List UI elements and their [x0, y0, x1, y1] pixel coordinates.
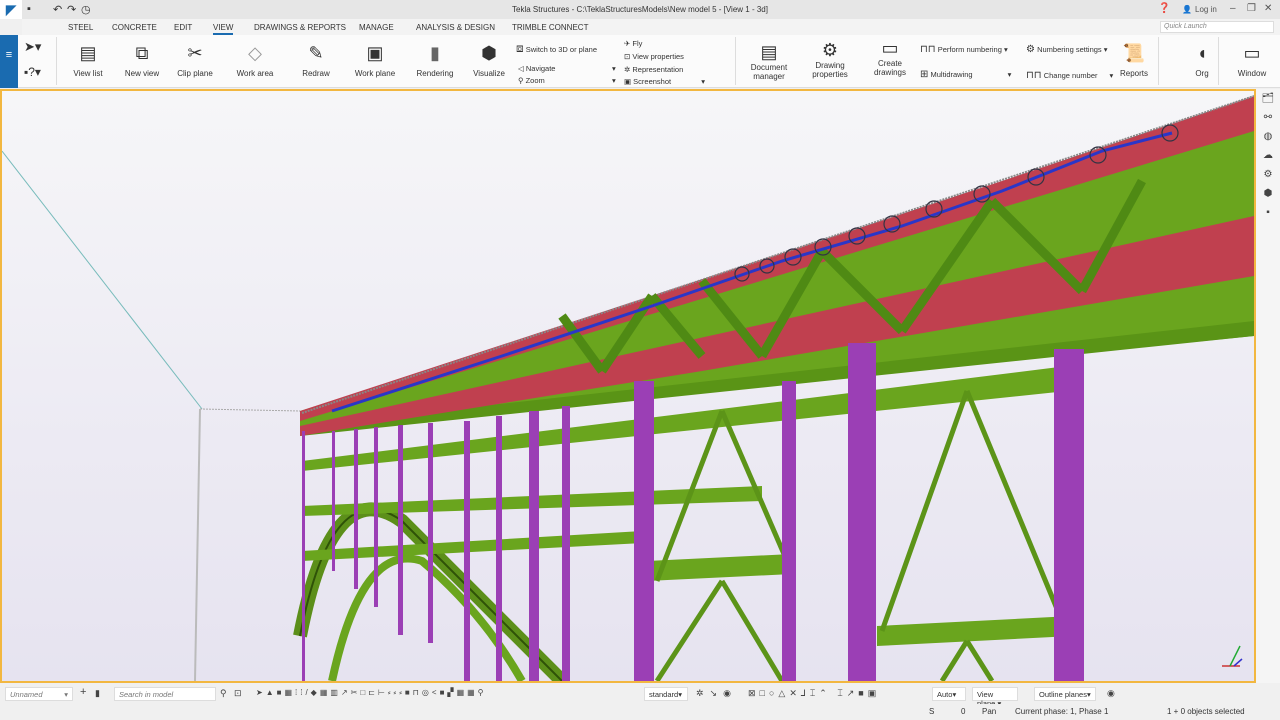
outline-planes-dropdown[interactable]: Outline planes▾: [1034, 687, 1096, 701]
bridge-model: [2, 95, 1254, 681]
tab-view[interactable]: VIEW: [213, 23, 234, 35]
axis-gizmo-icon: [1222, 645, 1243, 667]
tab-analysis-design[interactable]: ANALYSIS & DESIGN: [416, 23, 495, 32]
snap-switches[interactable]: ⊠□○△✕⅃⌶⌃ ⌶↗■▣: [748, 688, 880, 699]
rendering-icon: ▮: [430, 43, 440, 63]
change-number-icon: ⊓⊓: [1026, 70, 1042, 81]
zoom-button[interactable]: ⚲ Zoom: [518, 76, 545, 85]
visualize-button[interactable]: ⬢ Visualize: [468, 39, 510, 78]
document-manager-button[interactable]: ▤ Document manager: [746, 41, 792, 81]
selection-switches[interactable]: ➤▲■▦⁞⁞/◆▦▥↗✂□⊏⊢⸗⸗⸗■⊓◎<■▞▦▦⚲: [256, 688, 487, 697]
switch-icon: ⧈: [516, 41, 524, 55]
ribbon: ➤▾ ▪?▾ ▤ View list ⧉ New view ✂ Clip plane …: [18, 35, 1280, 88]
tab-trimble-connect[interactable]: TRIMBLE CONNECT: [512, 23, 588, 32]
minimize-button[interactable]: –: [1230, 3, 1236, 14]
tab-steel[interactable]: STEEL: [68, 23, 93, 32]
status-bar: S 0 Pan Current phase: 1, Phase 1 1 + 0 …: [0, 704, 1280, 720]
numbering-settings-button[interactable]: ⚙ Numbering settings ▾: [1026, 44, 1108, 55]
eye-icon[interactable]: ◉: [1107, 688, 1115, 699]
clip-plane-button[interactable]: ✂ Clip plane: [172, 39, 218, 78]
create-drawings-button[interactable]: ▭ Create drawings: [868, 37, 912, 77]
link-icon[interactable]: ⚯: [1256, 108, 1280, 127]
perform-numbering-button[interactable]: ⊓⊓ Perform numbering ▾: [920, 44, 1008, 55]
side-menu-button[interactable]: ≡: [0, 35, 18, 88]
numbering-settings-icon: ⚙: [1026, 44, 1035, 55]
work-area-icon: ◇: [248, 43, 262, 63]
scissors-icon: ✂: [187, 43, 203, 63]
side-panel-icons: 🗂 ⚯ ◍ ☁ ⚙ ⬢ ▪: [1256, 89, 1280, 683]
close-button[interactable]: ✕: [1264, 3, 1272, 14]
multidrawing-button[interactable]: ⊞ Multidrawing ▾: [920, 69, 1011, 80]
tab-manage[interactable]: MANAGE: [359, 23, 394, 32]
rendering-button[interactable]: ▮ Rendering: [411, 39, 459, 78]
bottom-toolbar: Unnamed ▾ + ▮ Search in model ⚲ ⊡ ➤▲■▦⁞⁞/…: [0, 685, 1280, 708]
select-arrow-icon[interactable]: ➤▾: [24, 39, 41, 55]
login-link[interactable]: Log in: [1195, 5, 1217, 14]
view-properties-button[interactable]: ⊡ View properties: [624, 52, 684, 61]
work-plane-icon: ▣: [366, 43, 384, 63]
help-icon[interactable]: ❓: [1158, 3, 1170, 14]
change-number-button[interactable]: ⊓⊓ Change number ▾: [1026, 70, 1113, 81]
ribbon-tabs: STEEL CONCRETE EDIT VIEW DRAWINGS & REPO…: [22, 19, 1280, 35]
new-view-icon: ⧉: [135, 43, 149, 63]
fly-button[interactable]: ✈ Fly: [624, 39, 642, 48]
drawing-properties-icon: ⚙: [821, 40, 839, 60]
auto-dropdown[interactable]: Auto▾: [932, 687, 966, 701]
screenshot-button[interactable]: ▣ Screenshot ▾: [624, 77, 705, 86]
multidrawing-icon: ⊞: [920, 69, 929, 80]
tab-drawings-reports[interactable]: DRAWINGS & REPORTS: [254, 23, 346, 32]
property-icon[interactable]: 🗂: [1256, 89, 1280, 108]
login-icon[interactable]: 👤: [1182, 5, 1192, 14]
tab-concrete[interactable]: CONCRETE: [112, 23, 157, 32]
create-drawings-icon: ▭: [881, 38, 899, 58]
component-icon[interactable]: ⬢: [1256, 184, 1280, 203]
maximize-button[interactable]: ❐: [1247, 3, 1256, 14]
organizer-icon: ◖: [1196, 43, 1208, 63]
selection-count: 1 + 0 objects selected: [1167, 707, 1245, 716]
window-icon: ▭: [1243, 43, 1261, 63]
redraw-icon: ✎: [308, 43, 324, 63]
apps-icon[interactable]: ▪: [1256, 203, 1280, 222]
cloud-icon[interactable]: ☁: [1256, 146, 1280, 165]
drawing-properties-button[interactable]: ⚙ Drawing properties: [806, 39, 854, 79]
representation-button[interactable]: ✲ Representation: [624, 65, 683, 74]
switch-3d-plane-button[interactable]: ⧈ Switch to 3D or plane: [516, 41, 597, 56]
delete-icon[interactable]: ▮: [95, 688, 100, 699]
reports-button[interactable]: 📜 Reports: [1116, 39, 1152, 78]
window-button[interactable]: ▭ Window: [1230, 39, 1274, 78]
search-in-model-input[interactable]: Search in model: [114, 687, 216, 701]
reports-icon: 📜: [1122, 43, 1146, 63]
status-mode: Pan: [982, 707, 997, 716]
organizer-button[interactable]: ◖ Org: [1190, 39, 1214, 78]
view-list-icon: ▤: [79, 43, 97, 63]
add-icon[interactable]: +: [80, 686, 86, 698]
work-plane-button[interactable]: ▣ Work plane: [350, 39, 400, 78]
document-manager-icon: ▤: [760, 42, 778, 62]
search-icon[interactable]: ⚲: [220, 688, 227, 699]
work-area-button[interactable]: ◇ Work area: [231, 39, 279, 78]
status-count: 0: [961, 707, 966, 716]
model-view-3d[interactable]: [0, 89, 1256, 683]
current-phase[interactable]: Current phase: 1, Phase 1: [1015, 707, 1108, 716]
title-bar: ◤ ▪ ↶ ↷ ◷ Tekla Structures - C:\TeklaStr…: [0, 0, 1280, 19]
status-s: S: [929, 707, 935, 716]
navigate-button[interactable]: ◁ Navigate: [518, 64, 555, 73]
settings-icon[interactable]: ⚙: [1256, 165, 1280, 184]
quick-launch-input[interactable]: Quick Launch: [1160, 21, 1274, 33]
selection-set-dropdown[interactable]: Unnamed ▾: [5, 687, 73, 701]
zoom-selected-icon[interactable]: ⊡: [234, 688, 242, 699]
view-list-button[interactable]: ▤ View list: [68, 39, 108, 78]
new-view-button[interactable]: ⧉ New view: [120, 39, 164, 78]
numbering-icon: ⊓⊓: [920, 44, 936, 55]
help-query-icon[interactable]: ▪?▾: [24, 65, 41, 79]
view-plane-dropdown[interactable]: View plane ▾: [972, 687, 1018, 708]
window-title: Tekla Structures - C:\TeklaStructuresMod…: [512, 5, 768, 14]
globe-icon[interactable]: ◍: [1256, 127, 1280, 146]
display-settings-dropdown[interactable]: standard▾: [644, 687, 688, 701]
view-switches[interactable]: ✲↘◉: [696, 688, 737, 699]
tab-edit[interactable]: EDIT: [174, 23, 192, 32]
visualize-icon: ⬢: [481, 43, 497, 63]
redraw-button[interactable]: ✎ Redraw: [294, 39, 338, 78]
